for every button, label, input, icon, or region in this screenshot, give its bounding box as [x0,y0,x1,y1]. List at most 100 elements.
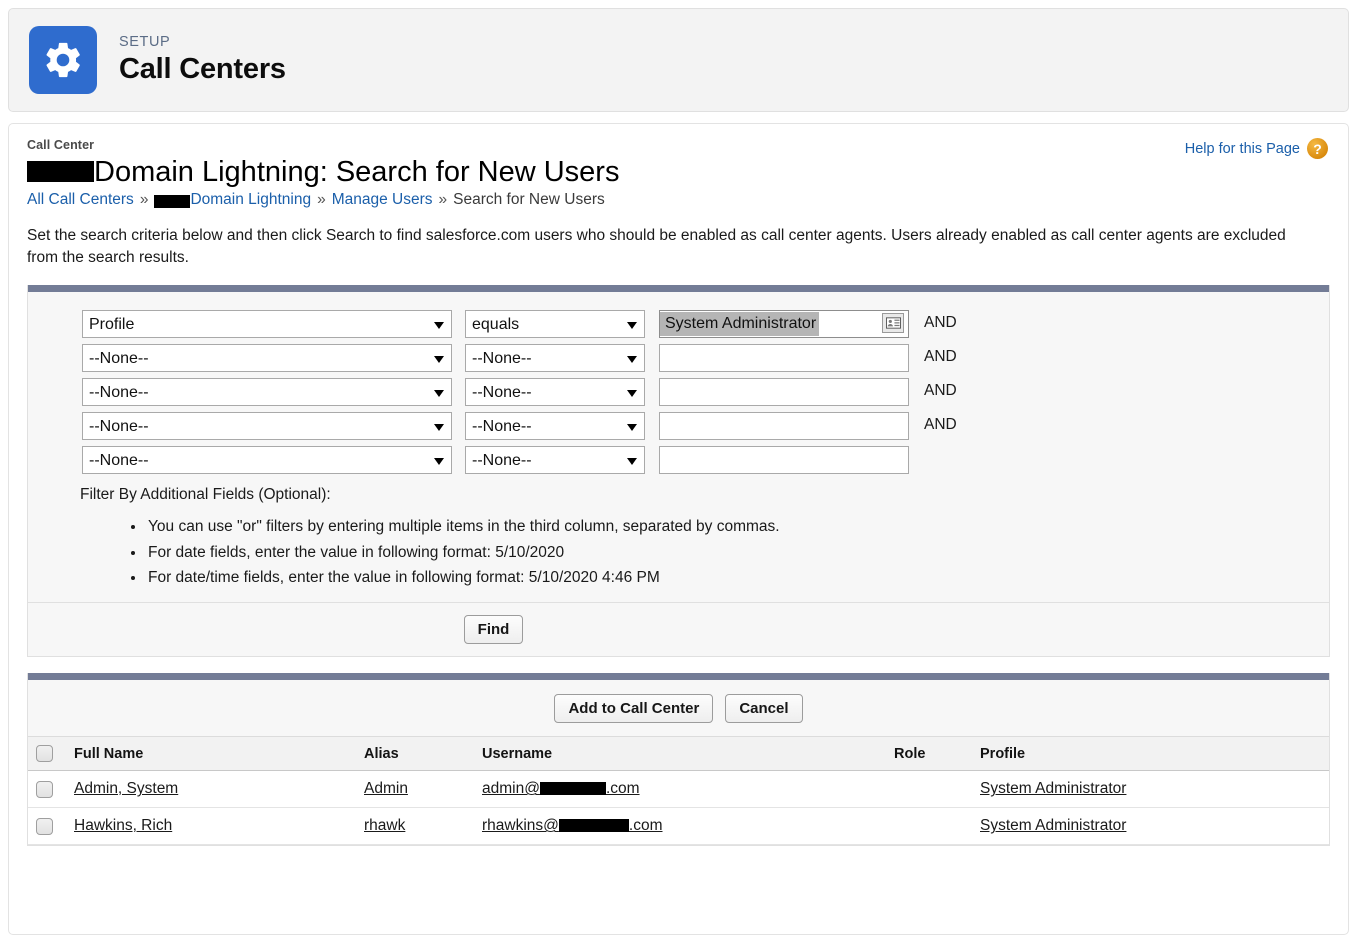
filter-additional-fields-label: Filter By Additional Fields (Optional): [80,486,331,504]
filter-field-select[interactable]: --None-- [82,378,452,407]
username-link[interactable]: rhawkins@ .com [482,817,663,835]
filter-field-select-wrap: Profile [82,310,452,339]
main-content-card: Help for this Page ? Call Center Domain … [8,123,1349,935]
filter-value-wrap [659,378,909,407]
row-checkbox[interactable] [36,817,53,835]
page-title-text: Domain Lightning: Search for New Users [94,156,620,188]
cell-username: admin@ .com [474,770,886,809]
results-panel: Add to Call Center Cancel Full Name Alia… [27,673,1330,847]
filter-value-input[interactable] [659,446,909,475]
username-prefix: rhawkins@ [482,817,559,835]
filter-conjunction-label: AND [924,416,957,434]
filter-conjunction-label: AND [924,382,957,400]
filter-hint-item: For date/time fields, enter the value in… [146,565,1329,590]
filter-operator-select-wrap: --None-- [465,378,645,407]
help-for-this-page-link[interactable]: Help for this Page ? [1185,138,1328,159]
lookup-icon[interactable] [882,313,904,334]
cell-profile: System Administrator [972,807,1329,846]
column-header-username[interactable]: Username [474,736,886,772]
filter-value-input[interactable] [659,378,909,407]
filter-operator-select-wrap: equals [465,310,645,339]
filter-operator-select[interactable]: --None-- [465,412,645,441]
filter-value-input[interactable] [659,412,909,441]
filter-row: --None-- --None-- [82,446,1329,475]
cell-role [886,807,972,846]
setup-title-group: SETUP Call Centers [119,33,286,86]
column-header-profile[interactable]: Profile [972,736,1329,772]
search-criteria-panel: Profile equals System Administrator AND … [27,285,1330,658]
filter-operator-select-wrap: --None-- [465,412,645,441]
setup-eyebrow: SETUP [119,33,171,50]
filter-field-select[interactable]: --None-- [82,412,452,441]
breadcrumb: All Call Centers » Domain Lightning » Ma… [27,191,1330,209]
setup-page-title: Call Centers [119,52,286,85]
filter-value-input[interactable] [659,344,909,373]
profile-link[interactable]: System Administrator [980,780,1126,797]
gear-icon [29,26,97,94]
row-select-cell [28,770,66,809]
cancel-button[interactable]: Cancel [725,694,803,724]
table-row: Hawkins, Rich rhawk rhawkins@ .com System… [28,807,1329,846]
record-type-label: Call Center [27,138,95,152]
filter-operator-select[interactable]: --None-- [465,344,645,373]
username-link[interactable]: admin@ .com [482,780,640,798]
redacted-email-domain [539,782,606,796]
filter-row: --None-- --None-- AND [82,344,1329,373]
full-name-link[interactable]: Hawkins, Rich [74,817,172,834]
redacted-org-name-breadcrumb [154,194,191,208]
filter-row: --None-- --None-- AND [82,378,1329,407]
filter-field-select[interactable]: --None-- [82,344,452,373]
filter-value-wrap [659,446,909,475]
filter-conjunction-label: AND [924,348,957,366]
full-name-link[interactable]: Admin, System [74,780,178,797]
alias-link[interactable]: Admin [364,780,408,797]
column-header-role[interactable]: Role [886,736,972,772]
filter-field-select-wrap: --None-- [82,344,452,373]
select-all-checkbox[interactable] [36,745,53,763]
filter-field-select-wrap: --None-- [82,378,452,407]
filter-row: Profile equals System Administrator AND [82,310,1329,339]
alias-link[interactable]: rhawk [364,817,405,834]
row-checkbox[interactable] [36,780,53,798]
filter-hint-item: For date fields, enter the value in foll… [146,540,1329,565]
help-link-label: Help for this Page [1184,140,1300,157]
filter-hints-list: You can use "or" filters by entering mul… [28,514,1329,589]
cell-full-name: Hawkins, Rich [66,807,356,846]
filter-value-wrap: System Administrator [659,310,909,339]
add-to-call-center-button[interactable]: Add to Call Center [554,694,714,724]
search-criteria-body: Profile equals System Administrator AND … [28,292,1329,602]
redacted-email-domain [558,819,629,833]
filter-value-input[interactable]: System Administrator [659,310,909,339]
filter-operator-select[interactable]: --None-- [465,378,645,407]
column-header-full-name[interactable]: Full Name [66,736,356,772]
select-all-header [28,736,66,772]
cell-alias: Admin [356,770,474,809]
cell-username: rhawkins@ .com [474,807,886,846]
table-header-row: Full Name Alias Username Role Profile [28,736,1329,772]
username-suffix: .com [628,817,663,835]
breadcrumb-item-domain-lightning[interactable]: Domain Lightning [190,191,311,209]
table-row: Admin, System Admin admin@ .com System Ad… [28,770,1329,809]
filter-field-select[interactable]: --None-- [82,446,452,475]
breadcrumb-item-manage-users[interactable]: Manage Users [332,191,433,209]
filter-row: --None-- --None-- AND [82,412,1329,441]
breadcrumb-item-all-call-centers[interactable]: All Call Centers [27,191,134,209]
profile-link[interactable]: System Administrator [980,817,1126,834]
find-button[interactable]: Find [463,614,524,645]
filter-operator-select[interactable]: equals [465,310,645,339]
filter-operator-select[interactable]: --None-- [465,446,645,475]
page-description: Set the search criteria below and then c… [27,227,1286,267]
redacted-org-name [27,161,94,182]
breadcrumb-separator: » [438,191,448,209]
results-action-bar: Add to Call Center Cancel [28,680,1329,737]
filter-value-text: System Administrator [660,312,820,337]
username-prefix: admin@ [482,780,540,798]
search-panel-footer: Find [28,601,1329,657]
setup-header: SETUP Call Centers [8,8,1349,112]
filter-conjunction-label: AND [924,314,957,332]
filter-field-select-wrap: --None-- [82,446,452,475]
page-title: Domain Lightning: Search for New Users [27,157,1330,187]
filter-field-select[interactable]: Profile [82,310,452,339]
breadcrumb-separator: » [139,191,149,209]
column-header-alias[interactable]: Alias [356,736,474,772]
